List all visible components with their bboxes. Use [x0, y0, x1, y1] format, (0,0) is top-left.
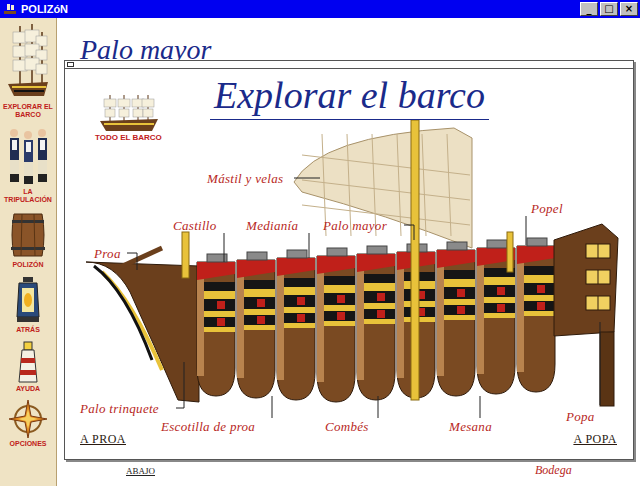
part-label[interactable]: Castillo — [173, 218, 217, 234]
dialog-menu-box[interactable] — [67, 62, 74, 67]
dialog-title: Explorar el barco — [210, 75, 489, 120]
crew-icon — [4, 125, 52, 187]
sidebar-item[interactable]: ATRÁS — [0, 275, 56, 334]
dialog-nav: A PROA A POPA — [80, 432, 617, 447]
nav-link[interactable]: A PROA — [80, 432, 126, 447]
dialog-title-strip — [65, 61, 633, 69]
part-label[interactable]: Mesana — [449, 419, 492, 435]
window-control-button[interactable]: × — [620, 2, 638, 16]
part-label[interactable]: Popa — [566, 409, 595, 425]
app-body: EXPLORAR EL BARCO LA TRIPULACIÓN POLIZÓN… — [0, 18, 640, 486]
sidebar-label: LA TRIPULACIÓN — [0, 188, 56, 204]
window-control-button[interactable]: _ — [580, 2, 598, 16]
part-label[interactable]: Combés — [325, 419, 369, 435]
whole-ship-button[interactable]: TODO EL BARCO — [95, 93, 162, 142]
lighthouse-icon — [13, 340, 43, 384]
barrel-icon — [8, 210, 48, 260]
app-window: POLIZóN _□× EXPLORAR EL BARCO LA TRIPULA… — [0, 0, 640, 486]
ship-icon — [96, 93, 160, 133]
part-label[interactable]: Palo mayor — [323, 218, 387, 234]
sidebar-item[interactable]: POLIZÓN — [0, 210, 56, 269]
nav-link[interactable]: A POPA — [573, 432, 617, 447]
sidebar: EXPLORAR EL BARCO LA TRIPULACIÓN POLIZÓN… — [0, 18, 57, 486]
sidebar-label: AYUDA — [0, 385, 56, 393]
ship-icon — [3, 2, 17, 16]
sidebar-item[interactable]: LA TRIPULACIÓN — [0, 125, 56, 204]
sidebar-label: ATRÁS — [0, 326, 56, 334]
part-label[interactable]: Escotilla de proa — [161, 419, 255, 435]
part-label[interactable]: Medianía — [246, 218, 298, 234]
down-link[interactable]: ABAJO — [126, 466, 155, 476]
part-label[interactable]: Proa — [94, 246, 121, 262]
sidebar-item[interactable]: EXPLORAR EL BARCO — [0, 22, 56, 119]
page: Palo mayor ABAJO Bodega Explorar el barc… — [57, 18, 640, 486]
window-title: POLIZóN — [21, 3, 576, 15]
window-control-button[interactable]: □ — [600, 2, 618, 16]
ship-icon — [6, 22, 50, 102]
part-label[interactable]: Popel — [531, 201, 563, 217]
hold-label[interactable]: Bodega — [535, 463, 572, 478]
sidebar-item[interactable]: OPCIONES — [0, 399, 56, 448]
sidebar-label: EXPLORAR EL BARCO — [0, 103, 56, 119]
window-controls: _□× — [580, 2, 638, 16]
lantern-icon — [13, 275, 43, 325]
compass-rose-icon — [8, 399, 48, 439]
sidebar-label: OPCIONES — [0, 440, 56, 448]
explore-dialog: Explorar el barco TODO EL BARCO Mástil y… — [64, 60, 634, 460]
part-label[interactable]: Palo trinquete — [80, 401, 159, 417]
sidebar-label: POLIZÓN — [0, 261, 56, 269]
whole-ship-label: TODO EL BARCO — [95, 133, 162, 142]
title-bar: POLIZóN _□× — [0, 0, 640, 18]
part-label[interactable]: Mástil y velas — [207, 171, 283, 187]
sidebar-item[interactable]: AYUDA — [0, 340, 56, 393]
